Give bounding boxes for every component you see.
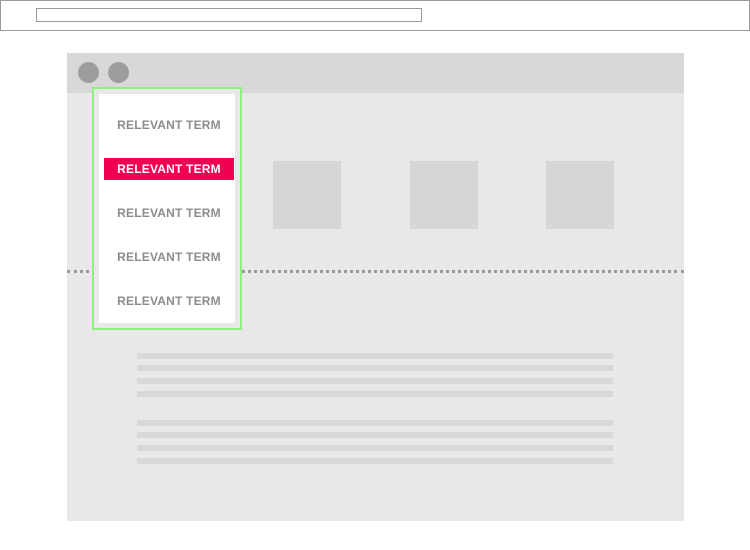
text-placeholder-line (137, 365, 613, 371)
text-placeholder-line (137, 432, 613, 438)
suggestions-list: RELEVANT TERM RELEVANT TERM RELEVANT TER… (99, 94, 235, 323)
suggestion-item-active[interactable]: RELEVANT TERM (104, 158, 234, 180)
text-placeholder-line (137, 458, 613, 464)
text-placeholder-line (137, 445, 613, 451)
image-placeholder (546, 161, 614, 229)
text-placeholder-line (137, 391, 613, 397)
suggestion-item[interactable]: RELEVANT TERM (104, 290, 234, 312)
search-input[interactable] (36, 8, 422, 22)
image-placeholder (273, 161, 341, 229)
suggestion-item[interactable]: RELEVANT TERM (104, 114, 234, 136)
suggestion-item[interactable]: RELEVANT TERM (104, 202, 234, 224)
text-placeholder-line (137, 378, 613, 384)
window-control-dot[interactable] (108, 62, 129, 83)
window-control-dot[interactable] (78, 62, 99, 83)
image-placeholder (410, 161, 478, 229)
text-placeholder-line (137, 353, 613, 359)
suggestions-dropdown: RELEVANT TERM RELEVANT TERM RELEVANT TER… (92, 87, 242, 330)
text-placeholder-line (137, 420, 613, 426)
suggestion-item[interactable]: RELEVANT TERM (104, 246, 234, 268)
